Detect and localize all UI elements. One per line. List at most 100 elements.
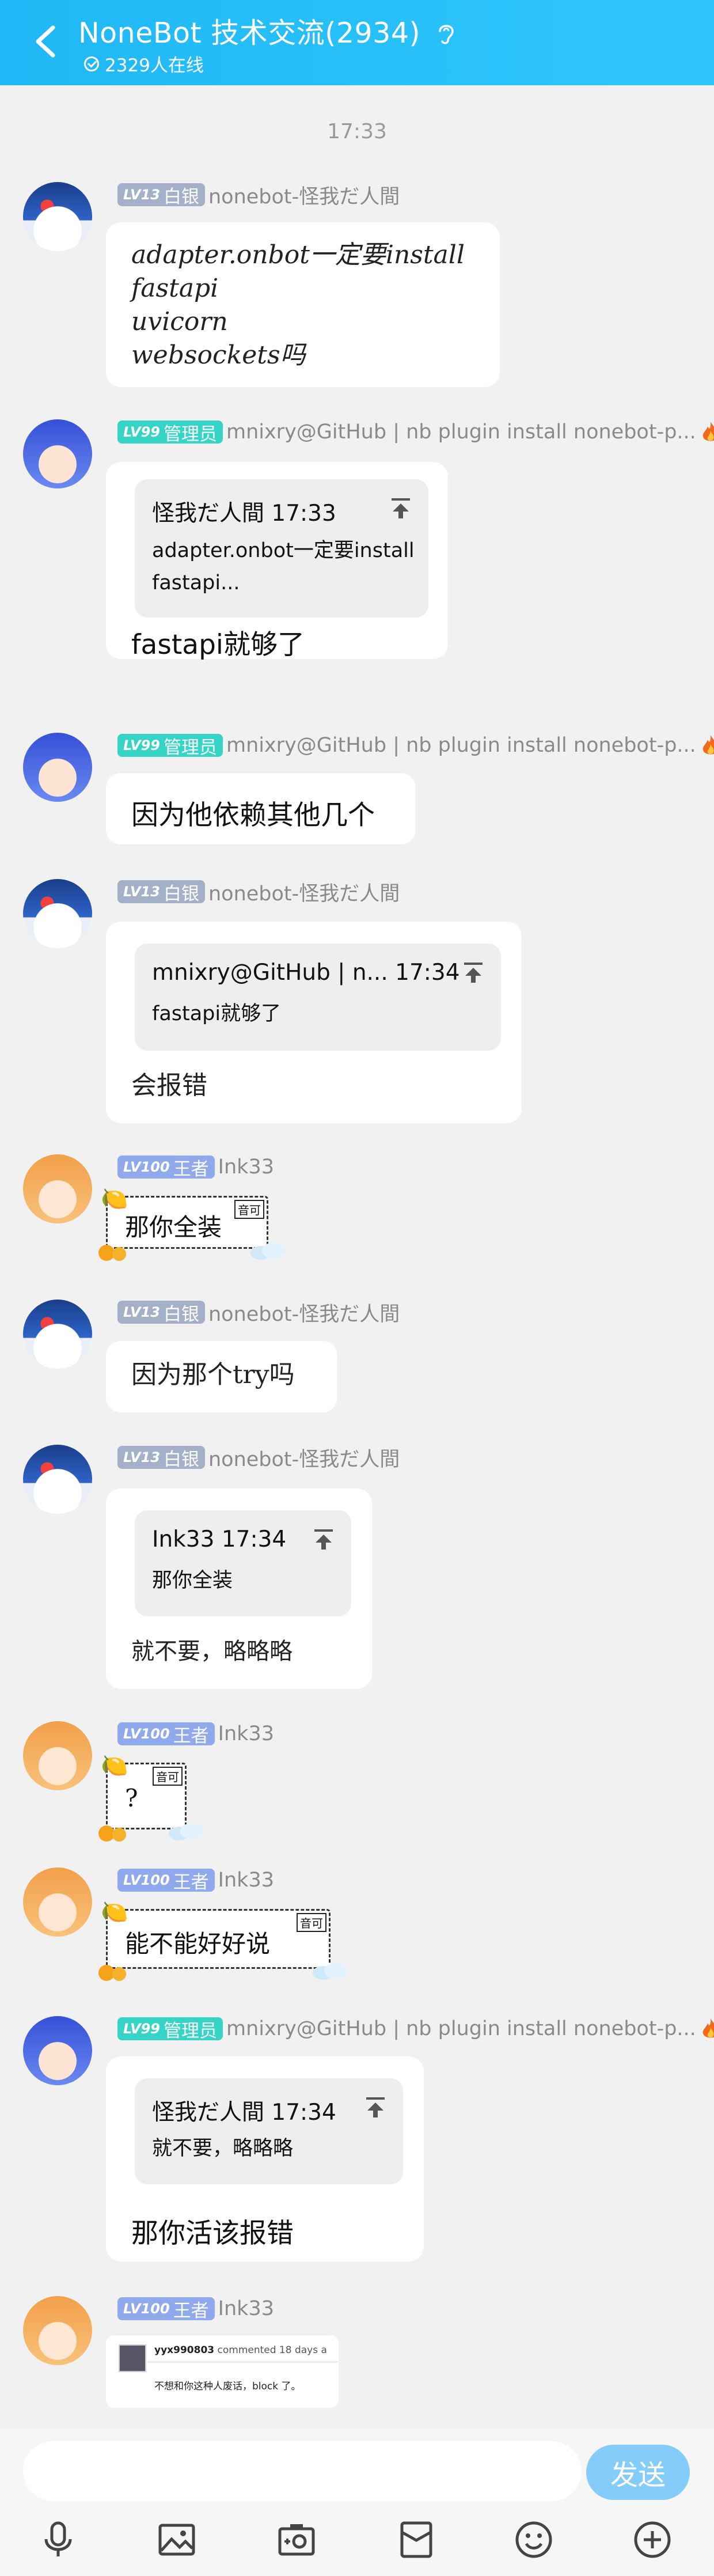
camera-icon[interactable] — [276, 2520, 317, 2560]
sender-name[interactable]: Ink33 — [218, 2297, 274, 2320]
quote-author: mnixry@GitHub | n... 17:34 — [152, 960, 460, 986]
sender-name[interactable]: mnixry@GitHub | nb plugin install nonebo… — [226, 2017, 696, 2040]
message-text: 那你活该报错 — [131, 2218, 294, 2249]
level-badge: LV100 王者 — [117, 2297, 215, 2321]
jump-to-quote-icon[interactable] — [312, 1528, 335, 1551]
avatar[interactable] — [23, 879, 92, 948]
level-badge: LV100 王者 — [117, 1869, 215, 1893]
level-badge: LV13 白银 — [117, 880, 205, 904]
quoted-message[interactable]: 怪我だ人間 17:34 就不要，略略略 — [135, 2078, 403, 2184]
orange-icon — [98, 1965, 126, 1981]
sticker-bubble[interactable]: 🍋 音可 能不能好好说 — [98, 1899, 347, 1981]
jump-to-quote-icon[interactable] — [462, 961, 485, 984]
message-text: 那你全装 — [125, 1213, 222, 1241]
sender-meta: LV100 王者 Ink33 — [117, 2296, 274, 2321]
lemon-icon: 🍋 — [101, 1753, 128, 1778]
sender-meta: LV99 管理员 mnixry@GitHub | nb plugin instal… — [117, 2016, 714, 2041]
online-check-icon — [84, 56, 99, 71]
avatar[interactable] — [23, 1721, 92, 1790]
avatar[interactable] — [23, 1867, 92, 1937]
image-message[interactable]: yyx990803 commented 18 days a 不想和你这种人废话，… — [106, 2335, 339, 2408]
message-bubble[interactable]: Ink33 17:34 那你全装 就不要，略略略 — [106, 1488, 372, 1689]
chevron-left-icon — [36, 25, 55, 58]
quoted-message[interactable]: mnixry@GitHub | n... 17:34 fastapi就够了 — [135, 944, 501, 1051]
avatar[interactable] — [23, 182, 92, 251]
level-badge: LV99 管理员 — [117, 2017, 223, 2041]
comment-text: 不想和你这种人废话，block 了。 — [154, 2381, 301, 2392]
quoted-message[interactable]: Ink33 17:34 那你全装 — [135, 1510, 351, 1616]
sender-name[interactable]: Ink33 — [218, 1869, 274, 1892]
message-text: 因为那个try吗 — [131, 1360, 295, 1389]
redpacket-icon[interactable] — [396, 2520, 436, 2560]
back-button[interactable] — [32, 23, 59, 60]
message-text: adapter.onbot一定要install fastapi uvicorn … — [131, 240, 465, 370]
message-bubble[interactable]: 怪我だ人間 17:34 就不要，略略略 那你活该报错 — [106, 2056, 424, 2261]
microphone-icon[interactable] — [38, 2520, 78, 2560]
quote-text: 那你全装 — [152, 1569, 233, 1592]
jump-to-quote-icon[interactable] — [364, 2096, 387, 2119]
chat-title-wrap[interactable]: NoneBot 技术交流(2934) — [78, 10, 456, 51]
message-bubble[interactable]: adapter.onbot一定要install fastapi uvicorn … — [106, 222, 500, 387]
message-bubble[interactable]: 怪我だ人間 17:33 adapter.onbot一定要install fast… — [106, 462, 448, 661]
plus-icon[interactable] — [632, 2520, 673, 2560]
sender-name[interactable]: mnixry@GitHub | nb plugin install nonebo… — [226, 734, 696, 757]
message-text: 就不要，略略略 — [131, 1638, 293, 1665]
avatar[interactable] — [23, 733, 92, 802]
avatar[interactable] — [23, 1154, 92, 1223]
level-badge: LV13 白银 — [117, 1301, 205, 1325]
avatar[interactable] — [23, 2016, 92, 2085]
message-input[interactable] — [23, 2441, 582, 2501]
emoji-icon[interactable] — [514, 2520, 554, 2560]
cloud-icon — [313, 1963, 347, 1980]
quote-author: 怪我だ人間 17:33 — [152, 501, 336, 526]
quote-author: Ink33 17:34 — [152, 1526, 287, 1552]
sender-meta: LV100 王者 Ink33 — [117, 1154, 274, 1180]
cloud-icon — [250, 1242, 285, 1260]
ear-icon[interactable] — [435, 22, 456, 45]
quote-author: 怪我だ人間 17:34 — [152, 2100, 336, 2126]
sender-name[interactable]: nonebot-怪我だ人間 — [208, 180, 400, 210]
sender-name[interactable]: mnixry@GitHub | nb plugin install nonebo… — [226, 421, 696, 444]
avatar[interactable] — [23, 419, 92, 488]
timestamp: 17:33 — [327, 120, 387, 143]
level-badge: LV99 管理员 — [117, 421, 223, 445]
online-status: 2329人在线 — [84, 51, 204, 77]
sender-meta: LV100 王者 Ink33 — [117, 1867, 274, 1893]
sticker-tag: 音可 — [153, 1767, 183, 1786]
online-count: 2329人在线 — [105, 55, 204, 76]
sender-meta: LV13 白银 nonebot-怪我だ人間 — [117, 1443, 400, 1472]
message-text: ? — [125, 1784, 138, 1812]
orange-icon — [98, 1825, 126, 1842]
lemon-icon: 🍋 — [101, 1186, 128, 1211]
avatar[interactable] — [23, 2296, 92, 2365]
sticker-tag: 音可 — [297, 1913, 326, 1932]
message-bubble[interactable]: 因为他依赖其他几个 — [106, 773, 416, 844]
message-bubble[interactable]: mnixry@GitHub | n... 17:34 fastapi就够了 会报… — [106, 922, 522, 1123]
quoted-message[interactable]: 怪我だ人間 17:33 adapter.onbot一定要install fast… — [135, 479, 428, 618]
sender-name[interactable]: nonebot-怪我だ人間 — [208, 1443, 400, 1472]
sticker-bubble[interactable]: 🍋 音可 那你全装 — [98, 1186, 285, 1261]
fire-icon — [702, 422, 714, 441]
quote-text: 就不要，略略略 — [152, 2137, 294, 2160]
sender-meta: LV99 管理员 mnixry@GitHub | nb plugin instal… — [117, 733, 714, 758]
chat-title: NoneBot 技术交流(2934) — [78, 17, 421, 50]
sender-meta: LV13 白银 nonebot-怪我だ人間 — [117, 180, 400, 210]
sticker-bubble[interactable]: 🍋 音可 ? — [98, 1753, 203, 1842]
jump-to-quote-icon[interactable] — [389, 497, 412, 520]
level-badge: LV13 白银 — [117, 1446, 205, 1470]
comment-header: yyx990803 commented 18 days a — [154, 2344, 327, 2356]
avatar[interactable] — [23, 1445, 92, 1514]
avatar[interactable] — [23, 1300, 92, 1369]
sender-meta: LV13 白银 nonebot-怪我だ人間 — [117, 877, 400, 907]
sender-name[interactable]: Ink33 — [218, 1722, 274, 1745]
message-text: fastapi就够了 — [131, 629, 305, 661]
quote-text: fastapi就够了 — [152, 1002, 282, 1025]
message-bubble[interactable]: 因为那个try吗 — [106, 1341, 337, 1412]
sender-name[interactable]: nonebot-怪我だ人間 — [208, 877, 400, 907]
sender-name[interactable]: Ink33 — [218, 1156, 274, 1179]
fire-icon — [702, 2018, 714, 2038]
send-button[interactable]: 发送 — [586, 2445, 690, 2500]
cloud-icon — [169, 1823, 203, 1840]
image-icon[interactable] — [157, 2520, 197, 2560]
sender-name[interactable]: nonebot-怪我だ人間 — [208, 1298, 400, 1327]
